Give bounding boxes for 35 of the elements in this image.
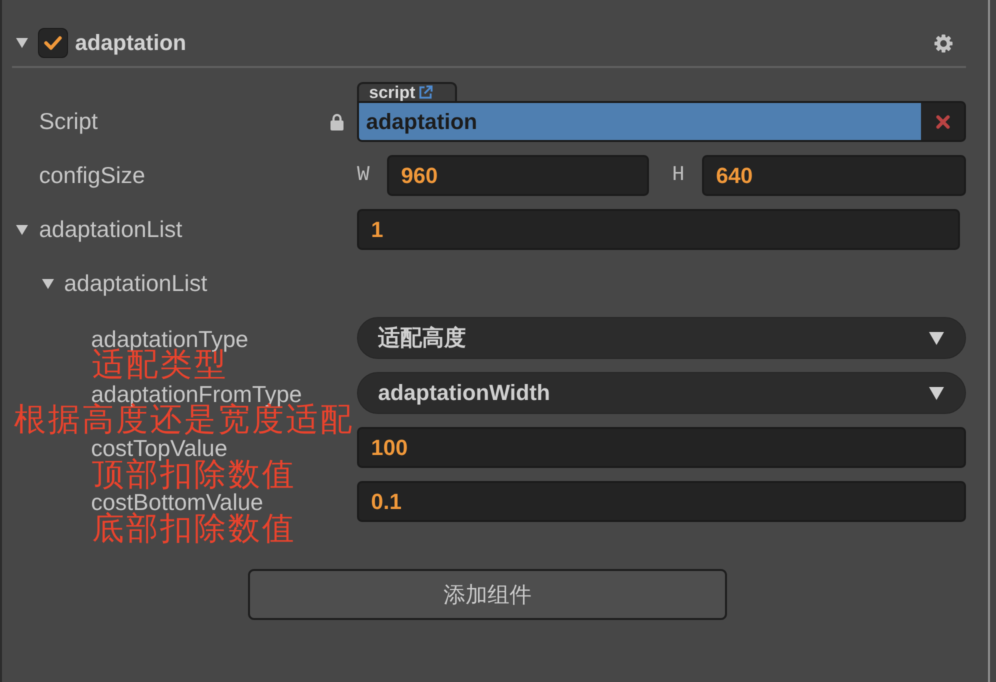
annotation-text: 顶部扣除数值 [92,459,296,490]
axis-label: W [357,164,371,187]
property-label: costBottomValue [91,490,264,512]
disclosure-triangle-icon[interactable] [16,38,28,48]
axis-label: H [672,164,686,187]
external-link-icon [418,85,434,100]
disclosure-triangle-icon[interactable] [42,278,54,288]
property-label: configSize [39,162,146,188]
lock-icon [330,112,344,130]
caret-icon [929,386,944,400]
property-label: adaptationList [39,216,182,242]
annotation-text: 底部扣除数值 [92,513,296,544]
enable-checkbox[interactable] [38,28,68,58]
disclosure-triangle-icon[interactable] [16,224,28,234]
number-field[interactable]: 640 [702,155,966,196]
property-label: adaptationType [91,328,248,350]
dropdown[interactable]: 适配高度 [357,317,966,359]
dropdown[interactable]: adaptationWidth [357,372,966,414]
property-label: adaptationList [64,270,208,296]
number-field[interactable]: 960 [387,155,649,196]
property-label: adaptationFromType [91,382,302,404]
property-label: costTopValue [91,436,228,458]
number-field[interactable]: 0.1 [357,481,966,522]
property-label: Script [39,108,98,134]
number-field[interactable]: 1 [357,209,960,250]
annotation-text: 根据高度还是宽度适配 [14,404,354,435]
add-component-button[interactable]: 添加组件 [248,569,727,620]
number-field[interactable]: 100 [357,427,966,468]
close-icon [936,114,950,128]
checkmark-icon [44,36,62,50]
component-title: adaptation [75,30,186,56]
script-link-tab[interactable]: script [357,82,457,101]
caret-icon [929,332,944,344]
settings-icon[interactable] [934,34,953,52]
script-field[interactable]: adaptation [357,101,966,142]
